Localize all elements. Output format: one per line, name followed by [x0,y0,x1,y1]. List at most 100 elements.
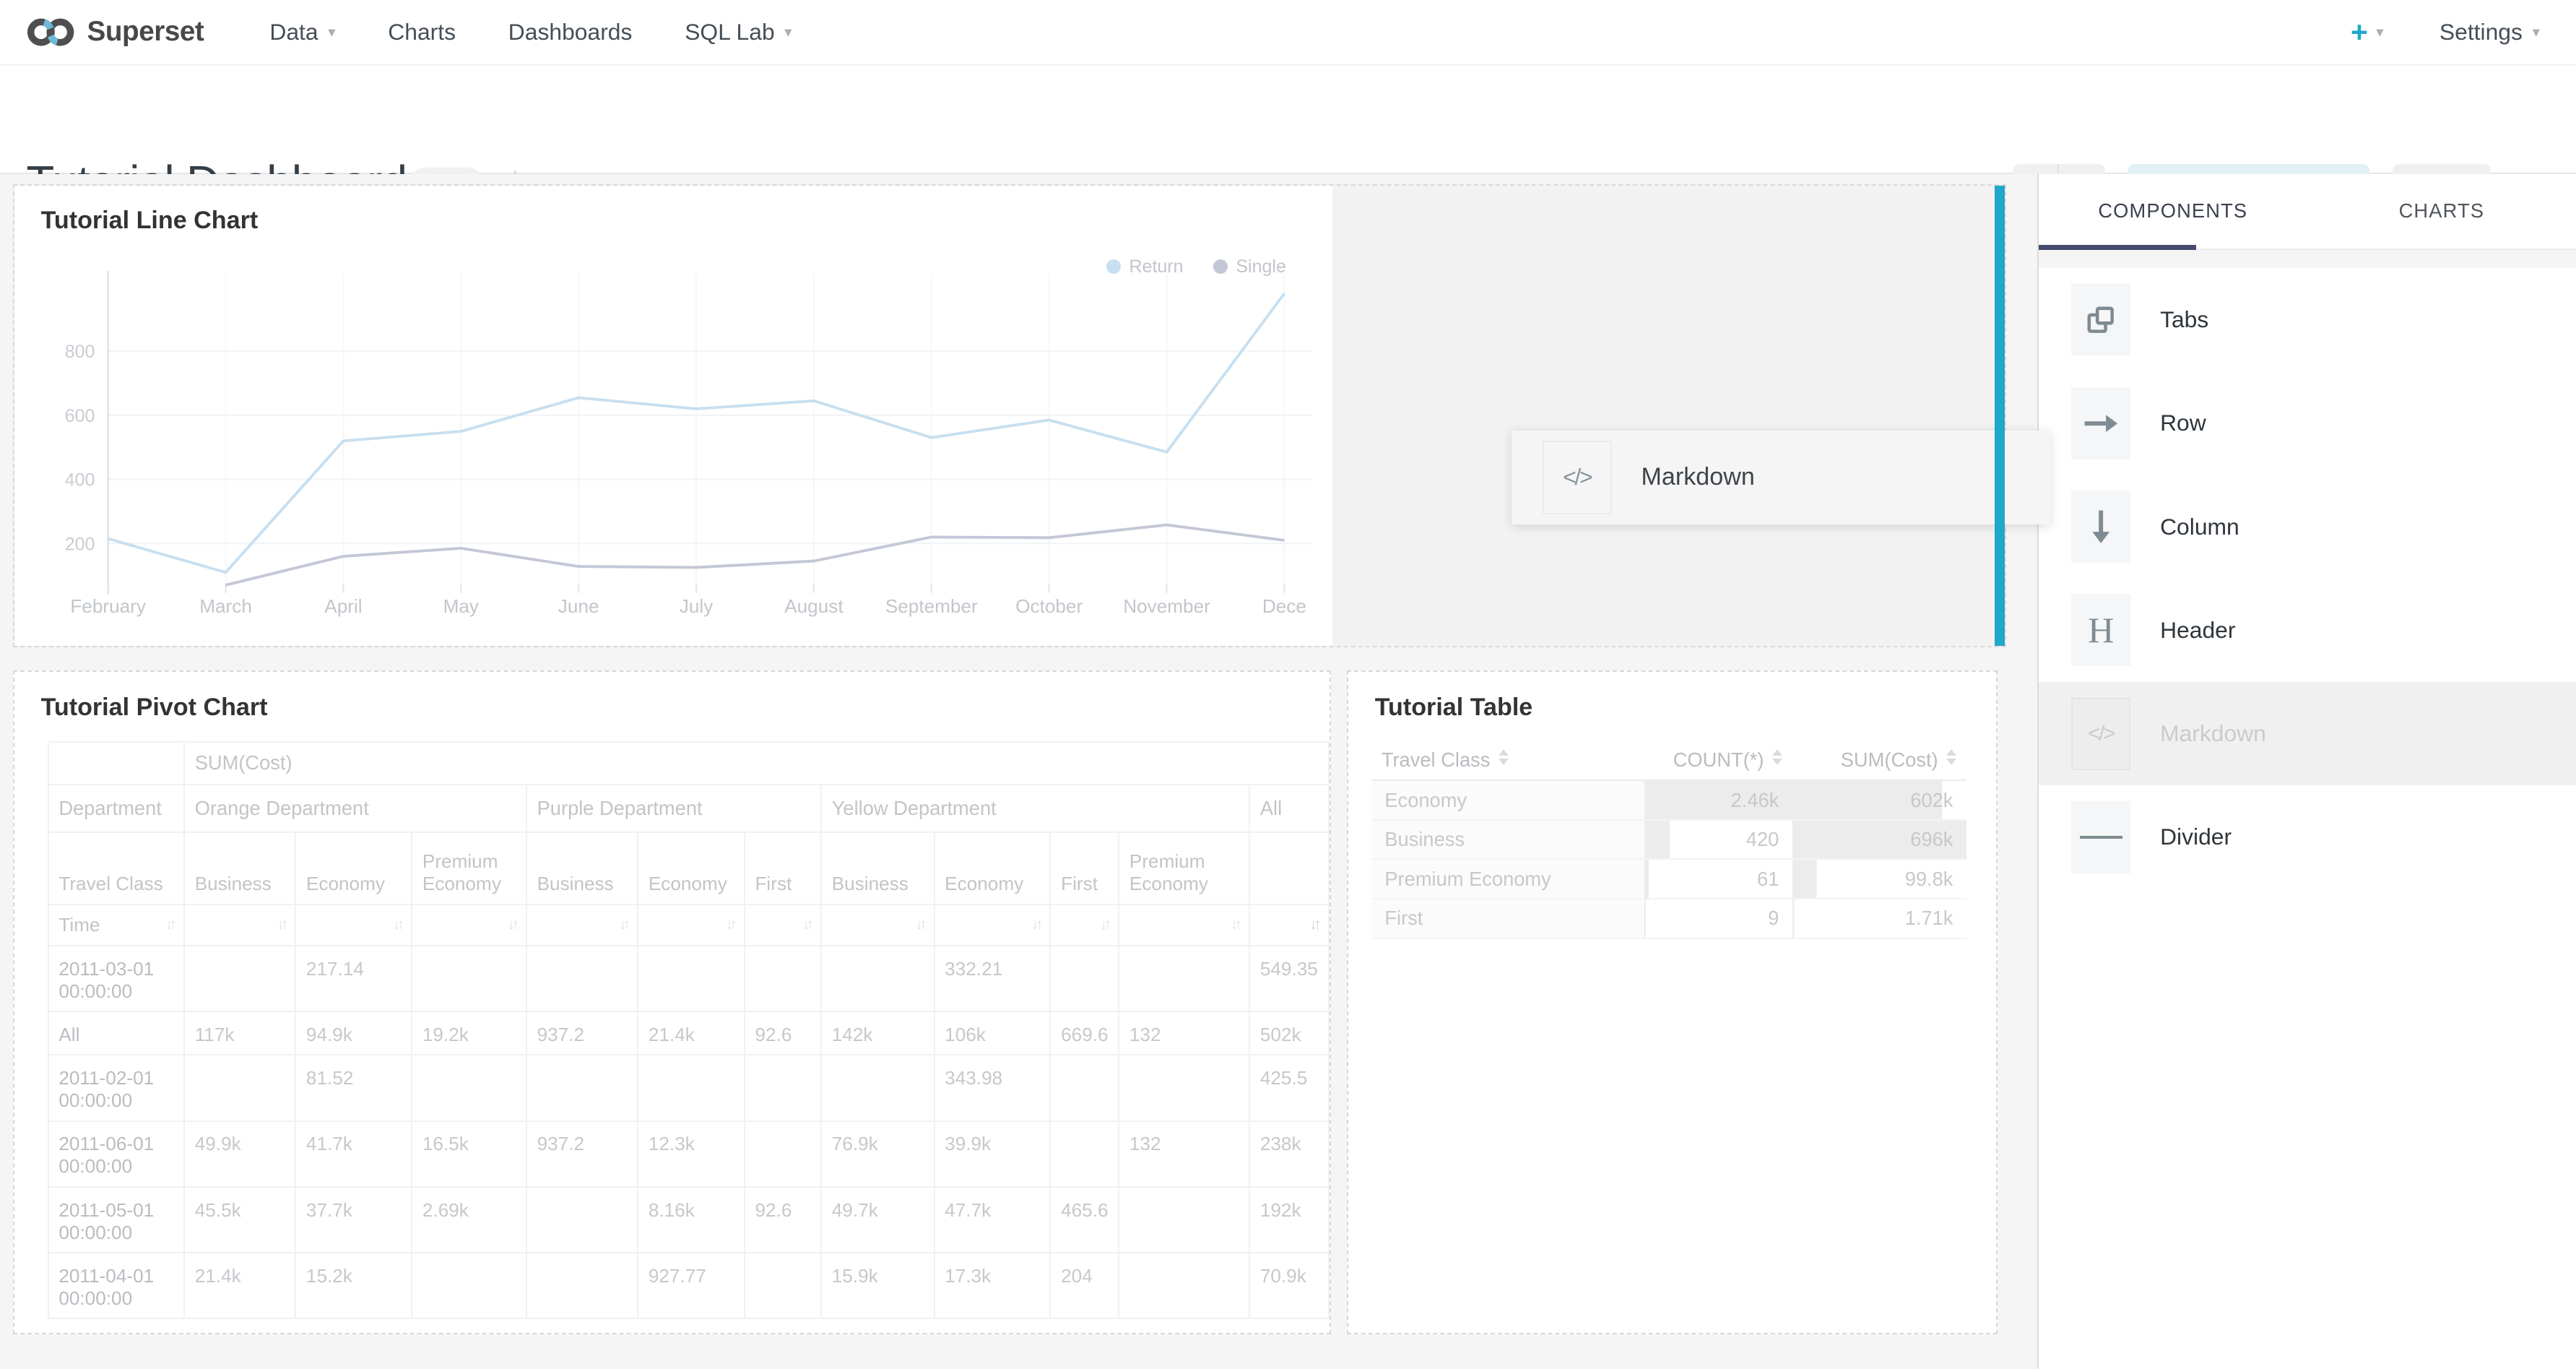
sort-carets-icon [1499,749,1509,766]
pivot-cell: 2.69k [412,1187,526,1253]
x-axis-label: April [324,595,362,617]
table-column-header[interactable]: Travel Class [1371,741,1644,781]
pivot-sort-header[interactable]: ↓↑ [295,904,412,946]
table-row[interactable]: First91.71k [1371,899,1966,938]
table-column-label: COUNT(*) [1673,748,1764,771]
pivot-cell: 39.9k [934,1121,1051,1187]
sort-icon: ↓↑ [1310,916,1318,933]
dashboard-canvas: Tutorial Line Chart ReturnSingle 2004006… [0,174,2037,1369]
tab-components[interactable]: COMPONENTS [2039,174,2307,249]
pivot-row-label: 2011-04-01 00:00:00 [48,1253,184,1318]
nav-right: + ▾ Settings ▾ [2351,17,2540,47]
table-cell-count: 420 [1644,820,1792,860]
superset-logo[interactable]: Superset [26,16,204,48]
sidebar-item-column[interactable]: Column [2039,475,2576,578]
pivot-sort-header[interactable]: ↓↑ [1119,904,1249,946]
pivot-sort-header[interactable]: ↓↑ [1249,904,1328,946]
pivot-cell: 332.21 [934,946,1051,1011]
sidebar-item-tabs[interactable]: Tabs [2039,268,2576,371]
y-axis-tick: 200 [65,535,95,555]
pivot-cell: 217.14 [295,946,412,1011]
pivot-cell: 8.16k [638,1187,745,1253]
pivot-class-label: Travel Class [48,832,184,904]
pivot-time-flex: Time ↓↑ [58,914,173,936]
pivot-sort-header[interactable]: ↓↑ [1050,904,1119,946]
sort-icon: ↓↑ [165,916,173,933]
pivot-cell: 142k [821,1011,934,1055]
pivot-cell: 21.4k [184,1253,295,1318]
pivot-class-col [1249,832,1328,904]
markdown-drag-preview[interactable]: </> Markdown [1512,431,2050,524]
chevron-down-icon: ▾ [784,23,792,41]
line-chart-panel[interactable]: Tutorial Line Chart ReturnSingle 2004006… [14,186,1332,646]
pivot-corner-cell [48,742,184,785]
nav-item-dashboards[interactable]: Dashboards [485,0,655,65]
x-axis-label: February [71,595,147,617]
pivot-row: 2011-03-01 00:00:00217.14332.21549.35 [48,946,1329,1011]
sort-icon: ↓↑ [1100,916,1108,933]
settings-menu[interactable]: Settings ▾ [2440,19,2540,46]
pivot-sort-header[interactable]: ↓↑ [745,904,821,946]
dashboard-row-line-chart: Tutorial Line Chart ReturnSingle 2004006… [13,184,2005,647]
pivot-cell [745,1121,821,1187]
pivot-cell [1119,1253,1249,1318]
sidebar-item-label: Header [2160,617,2235,644]
infinity-logo-icon [26,17,75,48]
pivot-sort-header[interactable]: ↓↑ [934,904,1051,946]
table-panel[interactable]: Tutorial Table Travel ClassCOUNT(*)SUM(C… [1347,670,1998,1334]
pivot-cell [1119,1055,1249,1120]
pivot-cell: 117k [184,1011,295,1055]
table-row[interactable]: Business420696k [1371,820,1966,860]
pivot-cell [1050,1121,1119,1187]
new-item-button[interactable]: + ▾ [2351,17,2384,47]
sort-icon: ↓↑ [1031,916,1039,933]
pivot-class-col: Business [821,832,934,904]
sidebar-item-header[interactable]: H Header [2039,579,2576,682]
pivot-sort-header[interactable]: ↓↑ [526,904,638,946]
pivot-time-label: Time [58,914,100,936]
sidebar-item-markdown[interactable]: </>Markdown [2039,682,2576,785]
pivot-class-col: Economy [638,832,745,904]
header-icon: H [2071,594,2130,666]
nav-item-data[interactable]: Data▾ [246,0,358,65]
pivot-cell: 70.9k [1249,1253,1328,1318]
pivot-sort-header[interactable]: ↓↑ [638,904,745,946]
sidebar-item-divider[interactable]: Divider [2039,785,2576,889]
markdown-icon: </> [1543,441,1612,514]
pivot-sort-header[interactable]: ↓↑ [412,904,526,946]
pivot-cell: 76.9k [821,1121,934,1187]
sidebar-item-row[interactable]: Row [2039,371,2576,475]
pivot-sort-header[interactable]: ↓↑ [821,904,934,946]
pivot-cell [526,1253,638,1318]
sort-icon: ↓↑ [508,916,516,933]
table-row[interactable]: Economy2.46k602k [1371,780,1966,820]
pivot-header-class-row: Travel ClassBusinessEconomyPremium Econo… [48,832,1329,904]
nav-item-sql-lab[interactable]: SQL Lab▾ [662,0,815,65]
table-cell-count: 9 [1644,899,1792,938]
tab-charts[interactable]: CHARTS [2307,174,2576,249]
table-cell-sum: 696k [1792,820,1966,860]
pivot-sort-header[interactable]: ↓↑ [184,904,295,946]
series-line-single [226,525,1285,585]
pivot-cell [638,946,745,1011]
table-row[interactable]: Premium Economy6199.8k [1371,859,1966,899]
nav-item-label: Charts [388,19,456,46]
nav-item-charts[interactable]: Charts [365,0,478,65]
pivot-row: 2011-06-01 00:00:0049.9k41.7k16.5k937.21… [48,1121,1329,1187]
pivot-department-group: All [1249,785,1328,832]
sidebar-component-list: TabsRowColumn H Header </>MarkdownDivider [2039,268,2576,889]
sort-icon: ↓↑ [619,916,627,933]
pivot-cell: 15.2k [295,1253,412,1318]
sort-icon: ↓↑ [726,916,734,933]
x-axis-label: July [680,595,714,617]
pivot-time-header[interactable]: Time ↓↑ [48,904,184,946]
pivot-chart-panel[interactable]: Tutorial Pivot Chart SUM(Cost)Department… [13,670,1330,1334]
sort-carets-icon [1772,749,1782,766]
table-column-header[interactable]: COUNT(*) [1644,741,1792,781]
pivot-cell: 502k [1249,1011,1328,1055]
pivot-chart-title: Tutorial Pivot Chart [41,694,268,722]
table-column-header[interactable]: SUM(Cost) [1792,741,1966,781]
nav-item-label: Data [269,19,318,46]
drop-indicator [1995,186,2005,646]
pivot-cell [1119,946,1249,1011]
